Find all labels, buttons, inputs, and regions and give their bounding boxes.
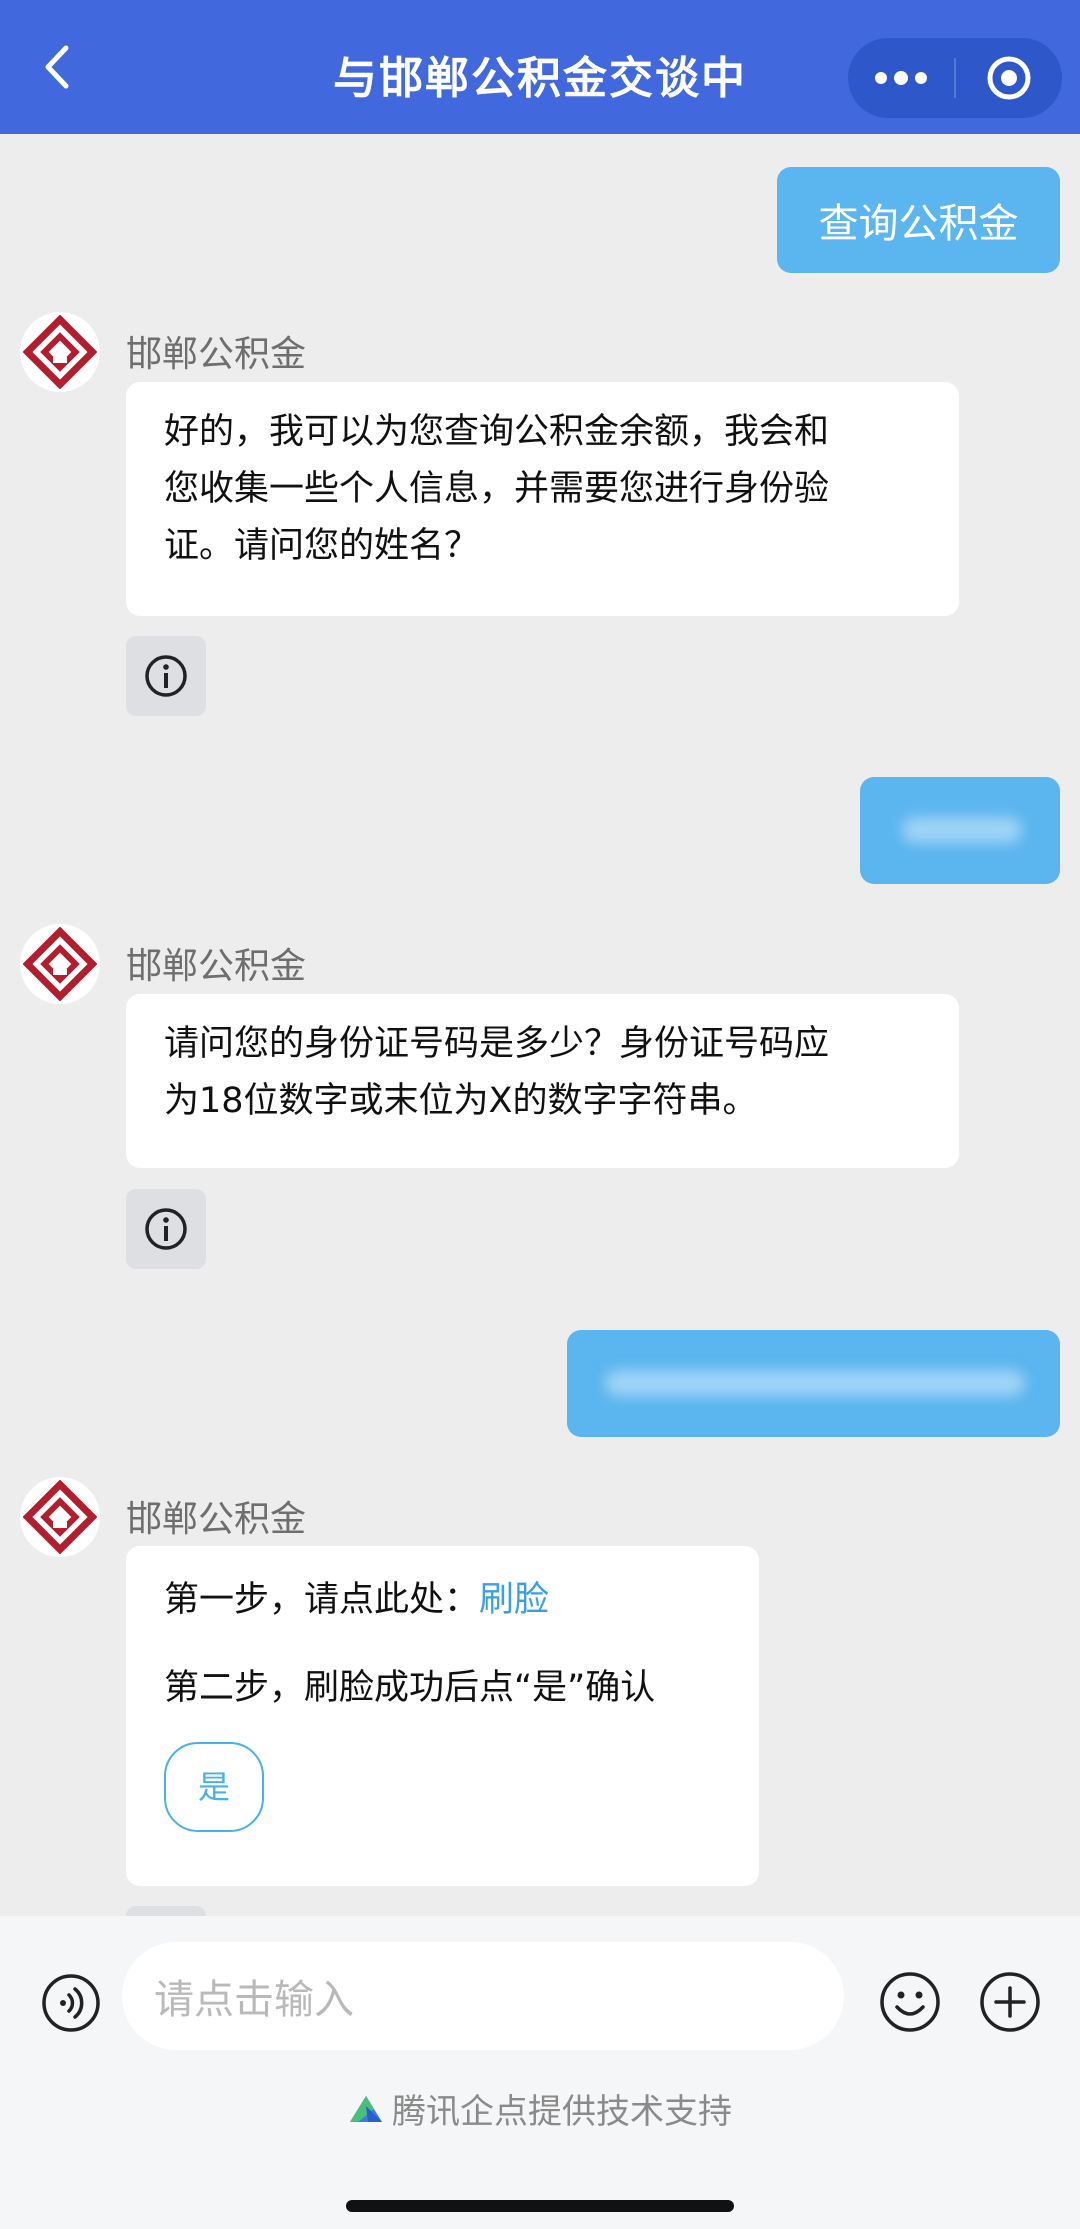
- more-dots-icon: [875, 71, 927, 85]
- info-button[interactable]: [126, 1189, 206, 1269]
- bot-avatar: [20, 924, 100, 1004]
- user-message-bubble: 查询公积金: [777, 167, 1060, 273]
- close-target-button[interactable]: [956, 38, 1062, 118]
- info-button[interactable]: [126, 636, 206, 716]
- user-message-blurred: [567, 1330, 1060, 1437]
- message-line: 为18位数字或末位为X的数字字符串。: [164, 1081, 758, 1121]
- target-circle-icon: [987, 56, 1031, 100]
- user-message-blurred: [860, 777, 1060, 884]
- info-icon: [145, 655, 187, 697]
- message-line: 您收集一些个人信息，并需要您进行身份验: [164, 469, 830, 509]
- message-input[interactable]: 请点击输入: [122, 1942, 844, 2050]
- plus-icon: [980, 1972, 1040, 2032]
- bot-message-bubble: 请问您的身份证号码是多少？身份证号码应 为18位数字或末位为X的数字字符串。: [126, 994, 959, 1168]
- step-one-text: 第一步，请点此处：: [164, 1580, 480, 1620]
- mini-program-capsule: [848, 38, 1062, 118]
- voice-button[interactable]: [40, 1972, 102, 2034]
- plus-button[interactable]: [978, 1970, 1042, 2034]
- home-indicator: [346, 2200, 734, 2212]
- message-line: 请问您的身份证号码是多少？身份证号码应: [164, 1024, 830, 1064]
- blurred-text: [902, 817, 1022, 843]
- info-icon: [145, 1208, 187, 1250]
- bot-message-bubble: 第一步，请点此处：刷脸 第二步，刷脸成功后点“是”确认 是: [126, 1546, 759, 1886]
- housing-fund-logo-icon: [23, 315, 97, 389]
- housing-fund-logo-icon: [23, 1480, 97, 1554]
- blurred-text: [605, 1370, 1025, 1396]
- credit-text: 腾讯企点提供技术支持: [392, 2092, 732, 2132]
- sender-name: 邯郸公积金: [126, 1499, 307, 1540]
- voice-icon: [42, 1974, 100, 2032]
- sender-name: 邯郸公积金: [126, 946, 307, 987]
- step-two-text: 第二步，刷脸成功后点“是”确认: [164, 1668, 656, 1708]
- face-scan-link[interactable]: 刷脸: [479, 1580, 549, 1620]
- bot-avatar: [20, 312, 100, 392]
- sender-name: 邯郸公积金: [126, 334, 307, 375]
- bot-avatar: [20, 1477, 100, 1557]
- yes-button[interactable]: 是: [164, 1742, 264, 1832]
- tencent-qidian-logo-icon: [348, 2094, 384, 2124]
- bot-message-bubble: 好的，我可以为您查询公积金余额，我会和 您收集一些个人信息，并需要您进行身份验 …: [126, 382, 959, 616]
- top-bar: 与邯郸公积金交谈中: [0, 0, 1080, 134]
- message-line: 证。请问您的姓名？: [164, 526, 480, 566]
- tech-support-credit: 腾讯企点提供技术支持: [0, 2084, 1080, 2133]
- emoji-icon: [880, 1972, 940, 2032]
- emoji-button[interactable]: [878, 1970, 942, 2034]
- message-line: 好的，我可以为您查询公积金余额，我会和: [164, 412, 830, 452]
- input-area: 请点击输入 腾讯企点提供技术支持: [0, 1916, 1080, 2229]
- housing-fund-logo-icon: [23, 927, 97, 1001]
- step-one-line: 第一步，请点此处：刷脸: [164, 1576, 721, 1624]
- more-button[interactable]: [848, 38, 954, 118]
